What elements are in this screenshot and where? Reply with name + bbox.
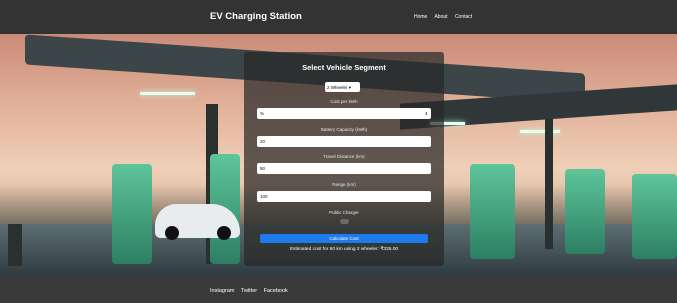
charger-unit [565,169,605,254]
cost-per-kwh-label: Cost per kWh [330,99,358,104]
charger-unit [470,164,515,259]
canopy-pillar [545,119,553,249]
calculator-panel: Select Vehicle Segment 2 Wheeler ▾ Cost … [244,52,444,266]
social-links: Instagram Twitter Facebook [210,288,293,294]
car-wheel [217,226,231,240]
battery-capacity-label: Battery Capacity (kWh) [320,127,368,132]
battery-capacity-input[interactable]: 20 [257,136,431,147]
site-brand[interactable]: EV Charging Station [210,11,302,22]
public-charger-toggle[interactable] [340,219,349,224]
site-footer: Instagram Twitter Facebook [0,276,677,303]
electric-car [155,204,240,240]
estimated-cost-result: Estimated cost for 50 km using 2 wheeler… [289,247,399,252]
chevron-down-icon: ▾ [348,84,352,90]
charger-unit [112,164,152,264]
facebook-link[interactable]: Facebook [264,288,288,294]
spinner-arrows-icon[interactable]: ⬍ [425,111,428,116]
canopy-light [140,92,195,95]
trash-bin [8,224,22,266]
range-input[interactable]: 100 [257,191,431,202]
charger-unit [632,174,677,259]
site-header: EV Charging Station Home About Contact [0,0,677,34]
car-wheel [165,226,179,240]
canopy-light [520,130,560,133]
vehicle-segment-select[interactable]: 2 Wheeler ▾ [325,82,360,92]
main-nav: Home About Contact [414,14,478,20]
travel-distance-value: 50 [260,166,266,171]
cost-per-kwh-value: % [260,111,265,116]
public-charger-label: Public Charger [329,210,359,215]
range-value: 100 [260,194,268,199]
range-label: Range (km) [332,182,356,187]
instagram-link[interactable]: Instagram [210,288,234,294]
cost-per-kwh-input[interactable]: % ⬍ [257,108,431,119]
battery-capacity-value: 20 [260,139,266,144]
panel-title: Select Vehicle Segment [302,63,386,72]
travel-distance-input[interactable]: 50 [257,163,431,174]
nav-home[interactable]: Home [414,14,427,20]
twitter-link[interactable]: Twitter [241,288,257,294]
travel-distance-label: Travel Distance (km) [323,154,365,159]
vehicle-segment-value: 2 Wheeler [327,84,348,90]
nav-contact[interactable]: Contact [455,14,472,20]
calculate-cost-button[interactable]: Calculate Cost [260,234,428,243]
nav-about[interactable]: About [434,14,447,20]
